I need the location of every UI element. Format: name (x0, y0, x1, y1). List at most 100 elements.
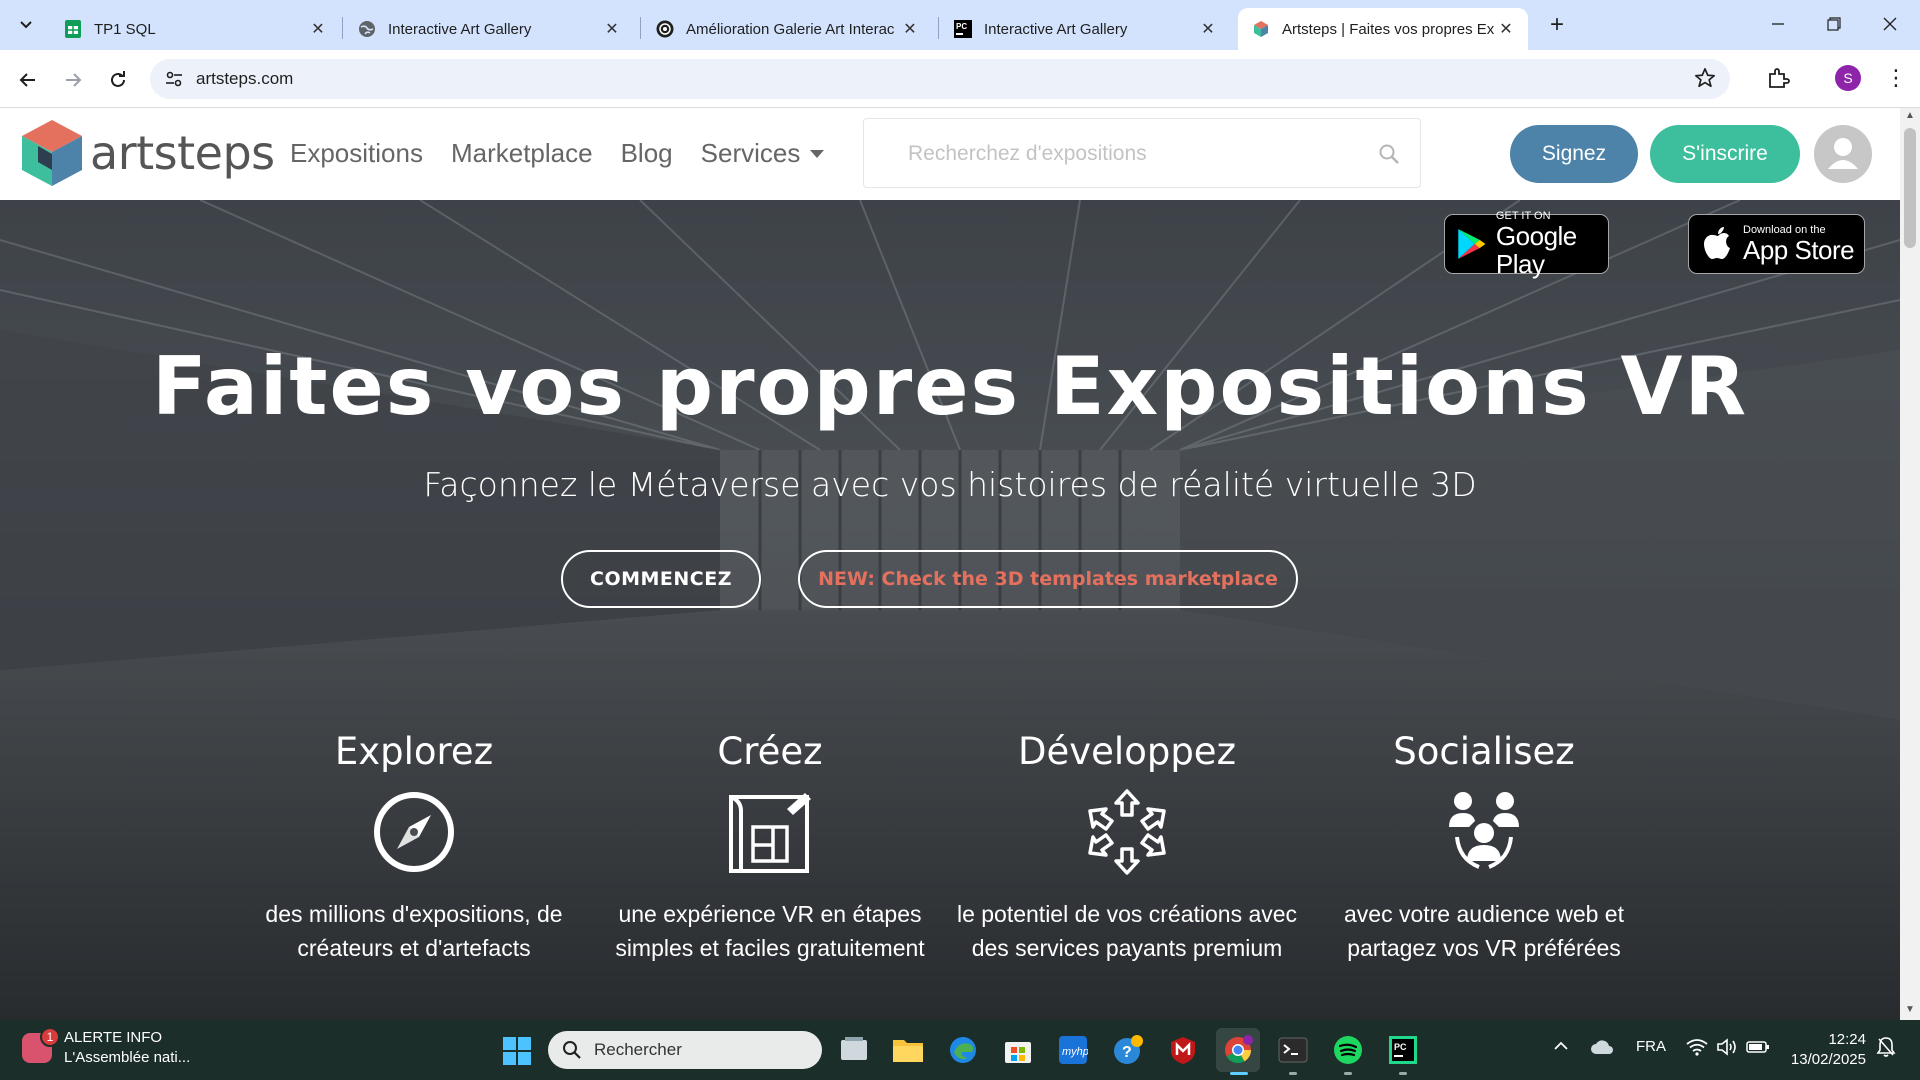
clock-time: 12:24 (1828, 1031, 1866, 1048)
tab-tp1-sql[interactable]: TP1 SQL ✕ (50, 8, 340, 50)
task-view-icon[interactable] (838, 1034, 870, 1066)
nav-services[interactable]: Services (701, 138, 825, 169)
language-indicator[interactable]: FRA (1636, 1038, 1666, 1055)
blueprint-icon (725, 787, 815, 877)
pycharm-taskbar-icon[interactable]: PC (1387, 1034, 1419, 1066)
spotify-icon[interactable] (1332, 1034, 1364, 1066)
google-badge-big-text: Google Play (1495, 221, 1577, 279)
scroll-down-arrow-icon[interactable]: ▼ (1905, 1004, 1915, 1015)
battery-icon[interactable] (1746, 1038, 1770, 1060)
volume-icon[interactable] (1716, 1038, 1738, 1060)
logo-text: artsteps (90, 126, 275, 180)
nav-services-label: Services (700, 138, 801, 168)
extensions-puzzle-icon[interactable] (1766, 66, 1790, 95)
myhp-icon[interactable]: myhp (1057, 1034, 1089, 1066)
news-icon: 1 (22, 1027, 60, 1063)
reload-button[interactable] (102, 64, 134, 96)
marketplace-button[interactable]: NEW: Check the 3D templates marketplace (798, 550, 1298, 608)
nav-blog[interactable]: Blog (621, 138, 673, 169)
main-nav: Expositions Marketplace Blog Services (290, 138, 825, 169)
address-toolbar: artsteps.com S ⋮ (0, 50, 1920, 108)
artsteps-logo[interactable]: artsteps (20, 118, 275, 188)
tab-title: Amélioration Galerie Art Interac (686, 20, 895, 38)
close-window-button[interactable] (1862, 0, 1918, 48)
tab-search-button[interactable] (10, 10, 42, 40)
wifi-icon[interactable] (1686, 1038, 1708, 1060)
running-app-indicator (1399, 1072, 1407, 1075)
start-button[interactable]: COMMENCEZ (561, 550, 761, 608)
chevron-down-icon (20, 21, 32, 29)
tab-title: Interactive Art Gallery (388, 20, 532, 38)
close-icon (1883, 17, 1897, 31)
exposition-search (863, 118, 1421, 188)
microsoft-store-icon[interactable] (1002, 1034, 1034, 1066)
page-scrollbar[interactable]: ▲ ▼ (1900, 108, 1920, 1020)
browser-menu-icon[interactable]: ⋮ (1885, 64, 1907, 92)
mcafee-icon[interactable] (1167, 1034, 1199, 1066)
news-text: L'Assemblée nati... (64, 1049, 191, 1066)
forward-button[interactable] (57, 64, 89, 96)
close-tab-icon[interactable]: ✕ (308, 19, 328, 39)
profile-avatar[interactable]: S (1835, 65, 1861, 91)
feature-socialize: Socialisez avec votre audience web et pa… (1299, 730, 1669, 965)
new-tab-button[interactable]: + (1542, 10, 1572, 40)
signup-button[interactable]: S'inscrire (1650, 125, 1800, 183)
nav-expositions[interactable]: Expositions (290, 138, 423, 169)
terminal-icon[interactable] (1277, 1034, 1309, 1066)
close-tab-icon[interactable]: ✕ (900, 19, 920, 39)
news-badge: 1 (40, 1027, 60, 1047)
tab-amelioration-galerie[interactable]: Amélioration Galerie Art Interac ✕ (642, 8, 932, 50)
scrollbar-thumb[interactable] (1904, 128, 1916, 248)
tab-bar: TP1 SQL ✕ Interactive Art Gallery ✕ Amél… (0, 0, 1920, 50)
news-widget[interactable]: 1 ALERTE INFO L'Assemblée nati... (22, 1027, 191, 1068)
nav-marketplace[interactable]: Marketplace (451, 138, 593, 169)
search-icon (562, 1040, 582, 1065)
search-icon[interactable] (1378, 143, 1400, 170)
notification-bell-icon[interactable] (1876, 1036, 1896, 1062)
taskbar-search[interactable]: Rechercher (548, 1031, 822, 1069)
arrow-right-icon (66, 73, 82, 87)
feature-explore: Explorez des millions d'expositions, de … (229, 730, 599, 965)
feature-title: Explorez (334, 730, 494, 773)
tray-chevron-up-icon[interactable] (1553, 1038, 1569, 1058)
system-clock[interactable]: 12:24 13/02/2025 (1786, 1030, 1866, 1070)
back-button[interactable] (12, 64, 44, 96)
reload-icon (111, 71, 125, 87)
hero-title: Faites vos propres Expositions VR (151, 340, 1749, 433)
news-title: ALERTE INFO (64, 1029, 163, 1046)
windows-logo-icon (503, 1037, 531, 1065)
clock-date: 13/02/2025 (1790, 1051, 1866, 1068)
tab-interactive-art-gallery[interactable]: Interactive Art Gallery ✕ (344, 8, 634, 50)
close-tab-icon[interactable]: ✕ (1198, 19, 1218, 39)
url-text[interactable]: artsteps.com (196, 69, 293, 89)
minimize-button[interactable] (1750, 0, 1806, 48)
file-explorer-icon[interactable] (892, 1034, 924, 1066)
hero-subtitle: Façonnez le Métaverse avec vos histoires… (423, 465, 1477, 504)
edge-browser-icon[interactable] (947, 1034, 979, 1066)
chrome-icon[interactable] (1216, 1028, 1260, 1072)
restore-button[interactable] (1806, 0, 1862, 48)
tab-title: Artsteps | Faites vos propres Ex (1282, 20, 1495, 38)
onedrive-cloud-icon[interactable] (1590, 1038, 1614, 1060)
feature-description: le potentiel de vos créations avec des s… (956, 901, 1298, 961)
caret-down-icon (810, 149, 825, 158)
start-button-windows[interactable] (502, 1036, 532, 1071)
google-play-badge[interactable]: GET IT ON Google Play (1444, 210, 1609, 278)
bookmark-star-icon[interactable] (1694, 67, 1716, 94)
close-tab-icon[interactable]: ✕ (602, 19, 622, 39)
running-app-indicator (1289, 1072, 1297, 1075)
scroll-up-arrow-icon[interactable]: ▲ (1905, 110, 1915, 121)
app-store-badge[interactable]: Download on the App Store (1688, 214, 1865, 274)
omnibox[interactable]: artsteps.com (150, 59, 1730, 99)
user-avatar[interactable] (1814, 125, 1872, 183)
tab-separator (342, 17, 343, 39)
close-tab-icon[interactable]: ✕ (1496, 19, 1516, 39)
hero-section: GET IT ON Google Play Download on the Ap… (0, 200, 1900, 1020)
site-info-icon[interactable] (164, 69, 184, 94)
tab-artsteps[interactable]: Artsteps | Faites vos propres Ex ✕ (1238, 8, 1528, 50)
signin-button[interactable]: Signez (1510, 125, 1638, 183)
exposition-search-input[interactable] (908, 137, 1348, 171)
tab-interactive-art-gallery-2[interactable]: PC Interactive Art Gallery ✕ (940, 8, 1230, 50)
help-icon[interactable]: ? (1112, 1034, 1144, 1066)
running-app-indicator (1344, 1072, 1352, 1075)
